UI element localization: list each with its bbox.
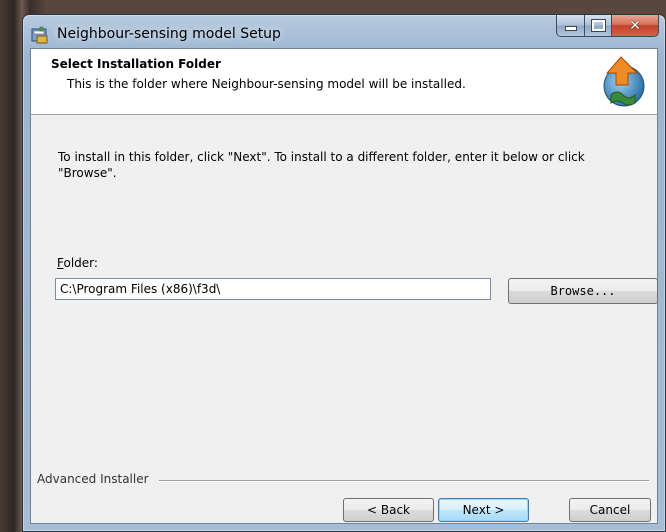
back-button[interactable]: < Back (343, 498, 434, 522)
window-title: Neighbour-sensing model Setup (57, 26, 281, 42)
header-banner: Select Installation Folder This is the f… (31, 49, 657, 115)
dialog-client-area: Select Installation Folder This is the f… (30, 48, 658, 524)
installer-app-icon (31, 26, 48, 44)
page-title: Select Installation Folder (51, 57, 221, 71)
window-controls: ✕ (556, 15, 659, 37)
folder-path-input[interactable] (55, 278, 491, 300)
title-bar[interactable]: Neighbour-sensing model Setup ✕ (23, 15, 665, 49)
browse-button[interactable]: Browse... (508, 278, 658, 304)
footer-divider (159, 480, 649, 482)
cancel-button[interactable]: Cancel (569, 498, 651, 522)
minimize-button[interactable] (556, 15, 585, 37)
folder-label: Folder: (57, 256, 98, 270)
install-instructions: To install in this folder, click "Next".… (58, 150, 585, 180)
maximize-icon (590, 19, 606, 32)
maximize-button[interactable] (585, 15, 612, 37)
setup-window: Neighbour-sensing model Setup ✕ Select I… (22, 14, 666, 532)
close-button[interactable]: ✕ (612, 15, 659, 37)
page-subtitle: This is the folder where Neighbour-sensi… (67, 77, 466, 91)
installer-logo-icon (603, 56, 645, 107)
next-button[interactable]: Next > (438, 498, 529, 522)
folder-label-text: older: (63, 256, 98, 270)
installer-brand-label: Advanced Installer (37, 472, 155, 486)
minimize-icon (564, 26, 577, 31)
close-icon: ✕ (629, 17, 641, 34)
